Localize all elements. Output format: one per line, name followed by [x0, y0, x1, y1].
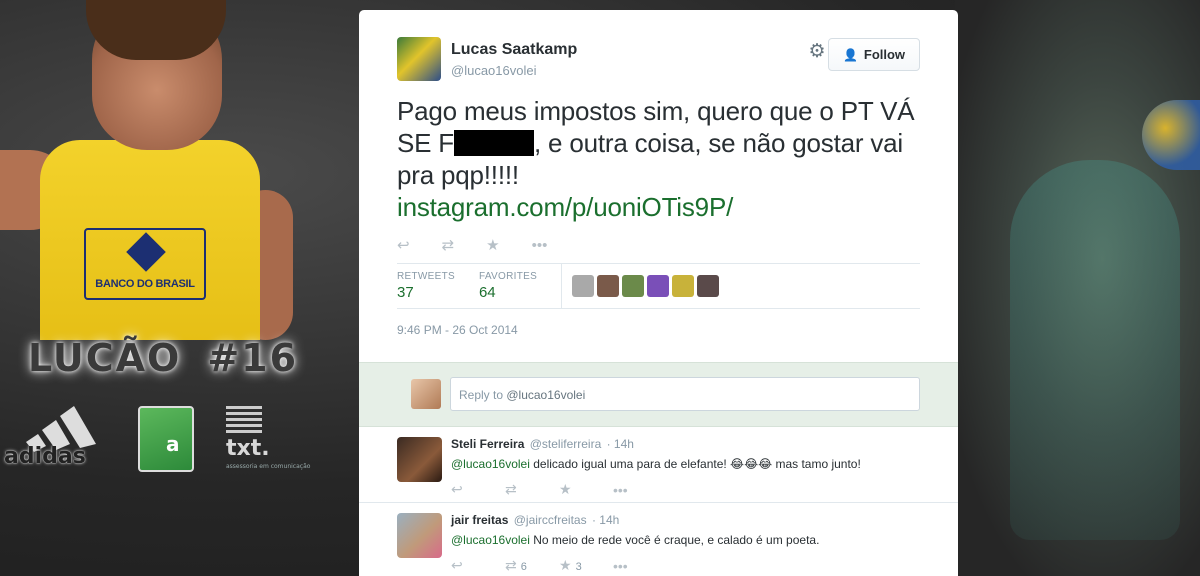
reply-body: delicado igual uma para de elefante! 😂😂😂…	[529, 457, 861, 471]
txt-logo-lines-icon	[226, 406, 262, 434]
more-icon[interactable]: •••	[613, 558, 667, 574]
reply-avatar[interactable]	[397, 437, 442, 482]
retweet-count: 6	[520, 561, 527, 573]
favorite-icon[interactable]: ★	[486, 236, 499, 254]
tweet-text: Pago meus impostos sim, quero que o PT V…	[397, 95, 920, 223]
more-icon[interactable]: •••	[532, 237, 548, 254]
retweet-icon[interactable]: ⇄ 6	[505, 557, 559, 574]
reply-box: Reply to @lucao16volei	[359, 362, 958, 427]
player-name-banner: LUCÃO #16	[28, 336, 298, 380]
author-name[interactable]: Lucas Saatkamp	[451, 41, 577, 59]
favoriter-avatar[interactable]	[672, 275, 695, 297]
reply-mention[interactable]: @lucao16volei	[451, 457, 530, 471]
player-name: LUCÃO	[28, 336, 182, 380]
reply-time[interactable]: · 14h	[607, 437, 634, 451]
stats-divider	[561, 264, 563, 308]
favoriter-avatar[interactable]	[572, 275, 595, 297]
tweet-link[interactable]: instagram.com/p/uoniOTis9P/	[397, 192, 733, 222]
author-avatar[interactable]	[397, 37, 441, 81]
favorites-count: 64	[478, 284, 496, 301]
volleyball-image	[1142, 100, 1200, 170]
favorite-count: 3	[575, 561, 582, 573]
gear-icon[interactable]: ⚙	[808, 42, 826, 61]
favorite-icon[interactable]: ★ 3	[559, 557, 613, 574]
reply-author-handle[interactable]: @jairccfreitas	[514, 513, 587, 527]
reply-input[interactable]: Reply to @lucao16volei	[450, 377, 920, 411]
follow-label: Follow	[863, 47, 906, 62]
reply-author-name[interactable]: jair freitas	[451, 513, 508, 527]
ama-logo-text: a	[166, 432, 180, 456]
favoriter-avatar[interactable]	[647, 275, 670, 297]
reply-text: @lucao16volei No meio de rede você é cra…	[451, 533, 920, 547]
reply-author-handle[interactable]: @steliferreira	[530, 437, 602, 451]
favorites-label: FAVORITES	[478, 271, 538, 282]
tweet-card: Lucas Saatkamp @lucao16volei ⚙ 👤 Follow …	[359, 10, 958, 576]
txt-logo-subtitle: assessoria em comunicação	[226, 463, 311, 470]
retweet-icon[interactable]: ⇄	[505, 481, 559, 498]
jersey-sponsor-logo: BANCO DO BRASIL	[84, 228, 206, 300]
favoriter-avatar[interactable]	[697, 275, 720, 297]
favoriter-avatars	[572, 275, 722, 297]
reply-input-placeholder: Reply to	[459, 388, 507, 402]
reply-author-name[interactable]: Steli Ferreira	[451, 437, 524, 451]
reply-icon[interactable]: ↩	[397, 236, 410, 254]
background-player-image	[955, 0, 1200, 576]
txt-logo: txt. assessoria em comunicação	[226, 406, 310, 470]
follow-button[interactable]: 👤 Follow	[828, 38, 920, 71]
author-handle[interactable]: @lucao16volei	[451, 63, 577, 78]
retweets-stat[interactable]: RETWEETS 37	[397, 271, 455, 301]
favorites-stat[interactable]: FAVORITES 64	[479, 271, 537, 301]
player-number: #16	[207, 336, 299, 380]
censor-bar	[454, 130, 534, 156]
reply-body: No meio de rede você é craque, e calado …	[529, 533, 820, 547]
reply-input-handle: @lucao16volei	[506, 388, 586, 402]
follow-user-icon: 👤	[842, 47, 858, 62]
reply-time[interactable]: · 14h	[592, 513, 619, 527]
tweet-timestamp[interactable]: 9:46 PM - 26 Oct 2014	[397, 323, 920, 337]
tweet: Lucas Saatkamp @lucao16volei ⚙ 👤 Follow …	[359, 10, 958, 337]
favorite-icon[interactable]: ★	[559, 481, 613, 498]
retweet-icon[interactable]: ⇄	[442, 236, 455, 254]
favoriter-avatar[interactable]	[622, 275, 645, 297]
sponsor-text: BANCO DO BRASIL	[95, 278, 195, 290]
bank-logo-icon	[126, 232, 166, 272]
reply-actions: ↩ ⇄ 6 ★ 3 •••	[451, 557, 920, 574]
reply-avatar[interactable]	[397, 513, 442, 558]
retweets-label: RETWEETS	[397, 271, 455, 282]
reply-text: @lucao16volei delicado igual uma para de…	[451, 457, 920, 471]
tweet-stats: RETWEETS 37 FAVORITES 64	[397, 263, 920, 309]
favoriter-avatar[interactable]	[597, 275, 620, 297]
reply-icon[interactable]: ↩	[451, 557, 505, 574]
adidas-wordmark: adidas	[4, 444, 86, 469]
tweet-actions: ↩ ⇄ ★ •••	[397, 235, 920, 255]
txt-logo-text: txt.	[226, 436, 270, 461]
retweets-count: 37	[397, 284, 414, 301]
reply-actions: ↩ ⇄ ★ •••	[451, 481, 920, 498]
reply-item[interactable]: Steli Ferreira @steliferreira · 14h @luc…	[359, 427, 958, 503]
replies-list: Steli Ferreira @steliferreira · 14h @luc…	[359, 427, 958, 576]
more-icon[interactable]: •••	[613, 482, 667, 498]
background-player-silhouette	[1010, 160, 1180, 540]
reply-mention[interactable]: @lucao16volei	[451, 533, 530, 547]
player-photo: BANCO DO BRASIL	[0, 0, 300, 340]
reply-item[interactable]: jair freitas @jairccfreitas · 14h @lucao…	[359, 503, 958, 576]
current-user-avatar	[411, 379, 441, 409]
reply-icon[interactable]: ↩	[451, 481, 505, 498]
